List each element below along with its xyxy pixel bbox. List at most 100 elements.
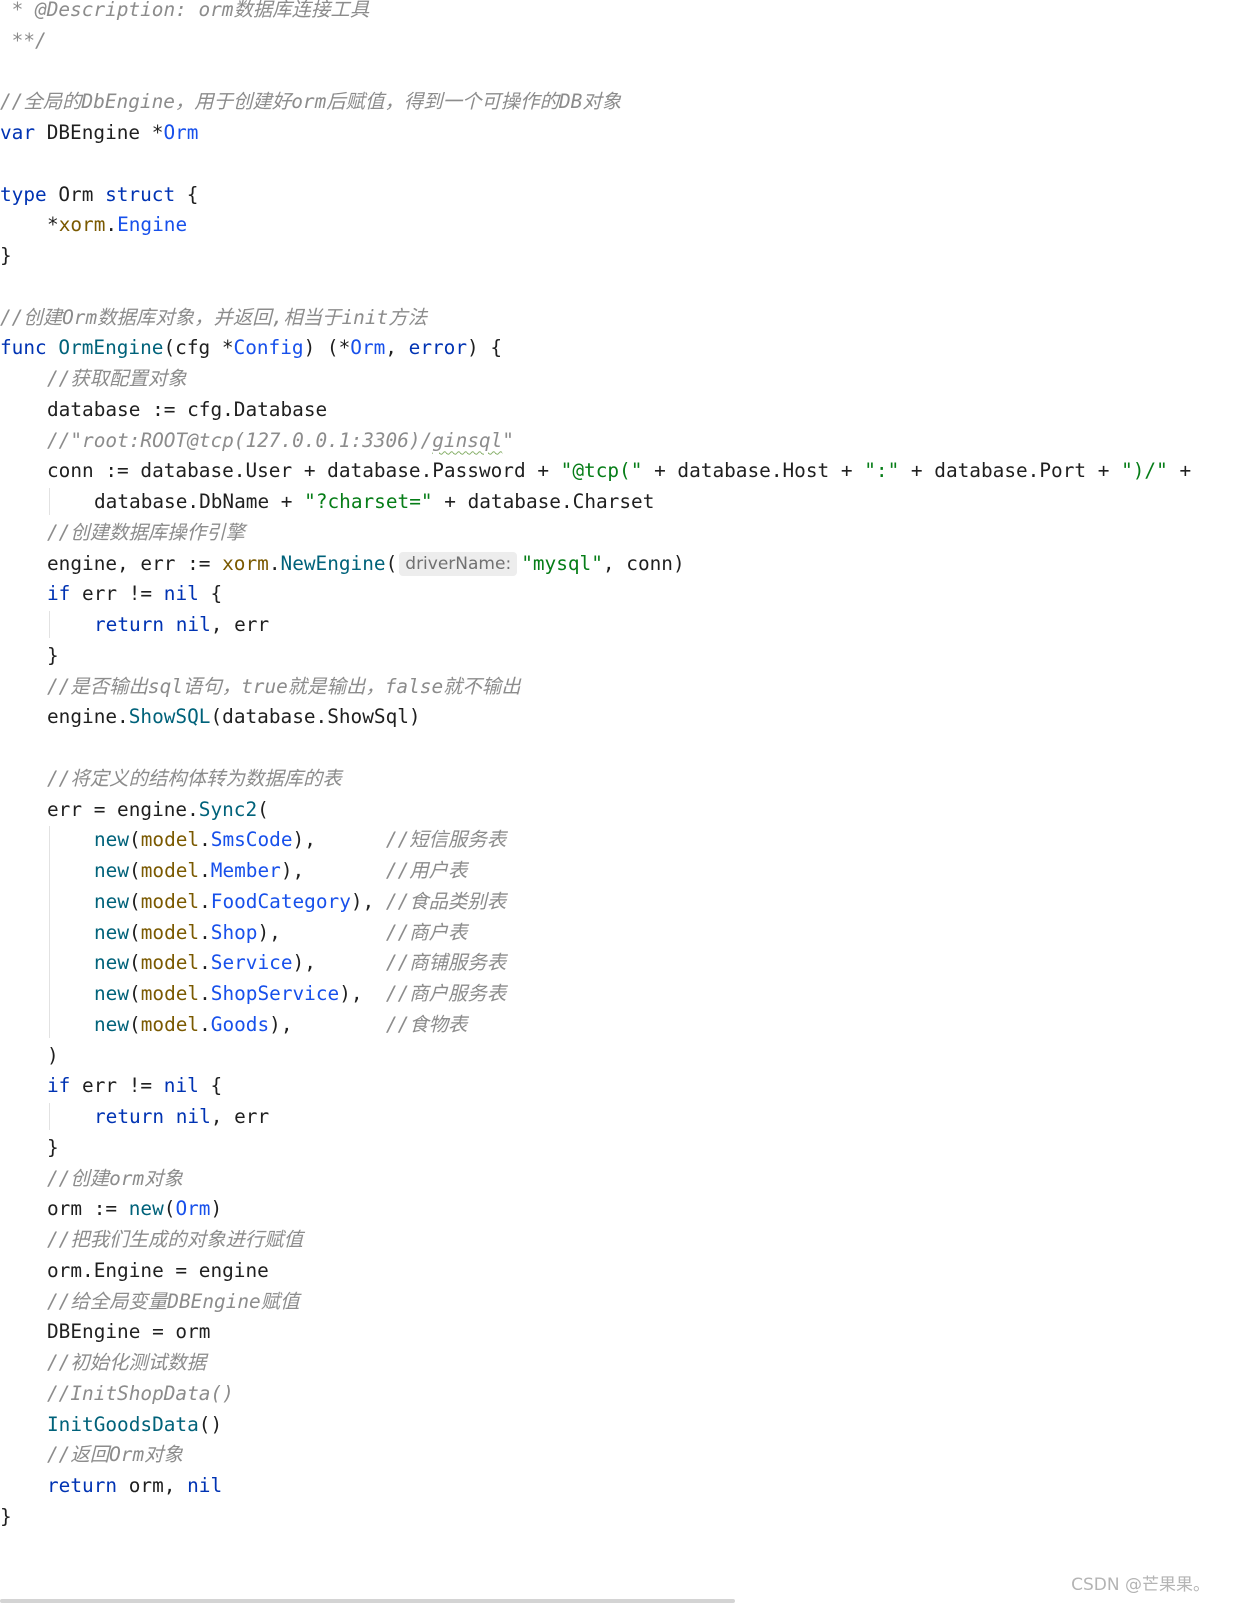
code-token: .	[199, 859, 211, 882]
code-line[interactable]: //InitShopData()	[47, 1378, 234, 1409]
code-token: return	[94, 1105, 165, 1128]
code-token: engine.	[47, 705, 129, 729]
code-token: {	[175, 182, 199, 206]
code-line[interactable]: //全局的DbEngine，用于创建好orm后赋值，得到一个可操作的DB对象	[0, 86, 621, 117]
code-token: ShowSQL	[128, 705, 211, 729]
code-line[interactable]: //是否输出sql语句，true就是输出，false就不输出	[47, 671, 521, 702]
code-line[interactable]: if err != nil {	[47, 578, 222, 609]
code-token: new	[128, 1197, 164, 1221]
code-line[interactable]: **/	[0, 25, 47, 56]
code-line[interactable]: database := cfg.Database	[47, 394, 327, 425]
code-token: }	[0, 1504, 12, 1528]
code-line[interactable]: *xorm.Engine	[47, 209, 187, 240]
code-line[interactable]: err = engine.Sync2(	[47, 794, 269, 825]
code-line[interactable]: new(model.FoodCategory), //食品类别表	[94, 886, 506, 917]
code-token: (	[129, 859, 141, 882]
code-line[interactable]: new(model.Goods), //食物表	[94, 1009, 467, 1040]
code-token: ":"	[864, 459, 900, 483]
code-comment: //给全局变量DBEngine赋值	[47, 1289, 300, 1313]
code-line[interactable]: return nil, err	[94, 1101, 269, 1132]
code-token: )	[210, 1197, 223, 1221]
code-comment: //把我们生成的对象进行赋值	[47, 1228, 304, 1251]
code-line[interactable]: database.DbName + "?charset=" + database…	[94, 486, 654, 517]
code-token: Engine	[117, 213, 188, 237]
code-token: OrmEngine	[58, 336, 164, 360]
code-line[interactable]: //创建orm对象	[47, 1163, 183, 1194]
code-token: DBEngine = orm	[47, 1320, 211, 1344]
code-line[interactable]: //将定义的结构体转为数据库的表	[47, 763, 342, 794]
code-line[interactable]: * @Description: orm数据库连接工具	[0, 0, 370, 25]
code-comment: //商户服务表	[385, 982, 507, 1005]
code-token: ")/"	[1121, 459, 1168, 483]
code-token: nil	[163, 582, 199, 606]
code-line[interactable]: if err != nil {	[47, 1070, 222, 1101]
code-line[interactable]: //创建数据库操作引擎	[47, 517, 245, 548]
code-token: func	[0, 336, 47, 360]
code-token: ) (*	[303, 336, 351, 360]
code-token: "mysql"	[521, 551, 603, 575]
code-token: type	[0, 182, 47, 206]
code-token: orm,	[117, 1474, 188, 1497]
code-line[interactable]: }	[47, 640, 59, 671]
code-line[interactable]: DBEngine = orm	[47, 1316, 210, 1347]
code-token: return	[94, 613, 165, 636]
code-editor[interactable]: * @Description: orm数据库连接工具 **/ //全局的DbEng…	[0, 0, 1250, 1605]
code-token: orm.Engine = engine	[47, 1258, 269, 1282]
code-token: Orm	[175, 1197, 211, 1221]
code-line[interactable]: //"root:ROOT@tcp(127.0.0.1:3306)/ginsql"	[47, 425, 514, 456]
code-token: if	[47, 582, 71, 606]
code-token: xorm	[58, 213, 106, 237]
code-token: (	[385, 551, 398, 575]
code-token: err = engine.	[47, 797, 199, 821]
code-line[interactable]: func OrmEngine(cfg *Config) (*Orm, error…	[0, 332, 502, 363]
code-comment: //将定义的结构体转为数据库的表	[47, 766, 342, 790]
code-token: .	[199, 920, 211, 944]
horizontal-scrollbar[interactable]	[0, 1599, 735, 1603]
code-token: (	[129, 982, 141, 1005]
code-token: err !=	[70, 1074, 164, 1098]
code-line[interactable]: new(model.ShopService), //商户服务表	[94, 978, 506, 1009]
code-line[interactable]: var DBEngine *Orm	[0, 117, 198, 148]
code-token: var	[0, 121, 36, 144]
code-line[interactable]: new(model.SmsCode), //短信服务表	[94, 824, 506, 855]
code-token: Orm	[163, 121, 199, 144]
code-token: (	[257, 797, 269, 821]
code-line[interactable]: new(model.Service), //商铺服务表	[94, 947, 506, 978]
code-token: (	[129, 1012, 141, 1036]
code-line[interactable]: InitGoodsData()	[47, 1409, 222, 1440]
code-token: ),	[269, 1012, 386, 1036]
code-line[interactable]: }	[0, 1501, 12, 1532]
code-line[interactable]: //返回Orm对象	[47, 1439, 183, 1470]
code-line[interactable]: }	[0, 240, 12, 271]
code-token: + database.Host +	[642, 459, 865, 483]
code-line[interactable]: //创建Orm数据库对象，并返回,相当于init方法	[0, 302, 427, 333]
code-comment: //创建数据库操作引擎	[47, 520, 245, 544]
code-line[interactable]: engine.ShowSQL(database.ShowSql)	[47, 701, 421, 732]
code-token: model	[140, 859, 200, 882]
code-line[interactable]: )	[47, 1040, 59, 1071]
code-line[interactable]: conn := database.User + database.Passwor…	[47, 455, 1191, 486]
code-line[interactable]: //获取配置对象	[47, 363, 187, 394]
code-line[interactable]: //把我们生成的对象进行赋值	[47, 1224, 303, 1255]
code-line[interactable]: return orm, nil	[47, 1470, 222, 1501]
code-line[interactable]: orm.Engine = engine	[47, 1255, 269, 1286]
code-comment: //用户表	[385, 859, 468, 882]
code-line[interactable]: //给全局变量DBEngine赋值	[47, 1286, 299, 1317]
code-line[interactable]: type Orm struct {	[0, 179, 198, 210]
code-line[interactable]: orm := new(Orm)	[47, 1193, 222, 1224]
code-token: , conn)	[602, 551, 685, 575]
code-token: Orm	[350, 336, 386, 360]
code-token: (	[129, 828, 141, 852]
code-comment: //"root:ROOT@tcp(127.0.0.1:3306)/	[47, 428, 433, 452]
code-comment: //食品类别表	[385, 889, 507, 913]
code-line[interactable]: engine, err := xorm.NewEngine(driverName…	[47, 548, 685, 579]
code-line[interactable]: new(model.Member), //用户表	[94, 855, 467, 886]
code-token: FoodCategory	[210, 889, 351, 913]
code-line[interactable]: }	[47, 1132, 59, 1163]
code-line[interactable]: //初始化测试数据	[47, 1347, 206, 1378]
code-token: *	[47, 213, 59, 237]
code-line[interactable]: return nil, err	[94, 609, 269, 640]
code-line[interactable]: new(model.Shop), //商户表	[94, 917, 467, 948]
